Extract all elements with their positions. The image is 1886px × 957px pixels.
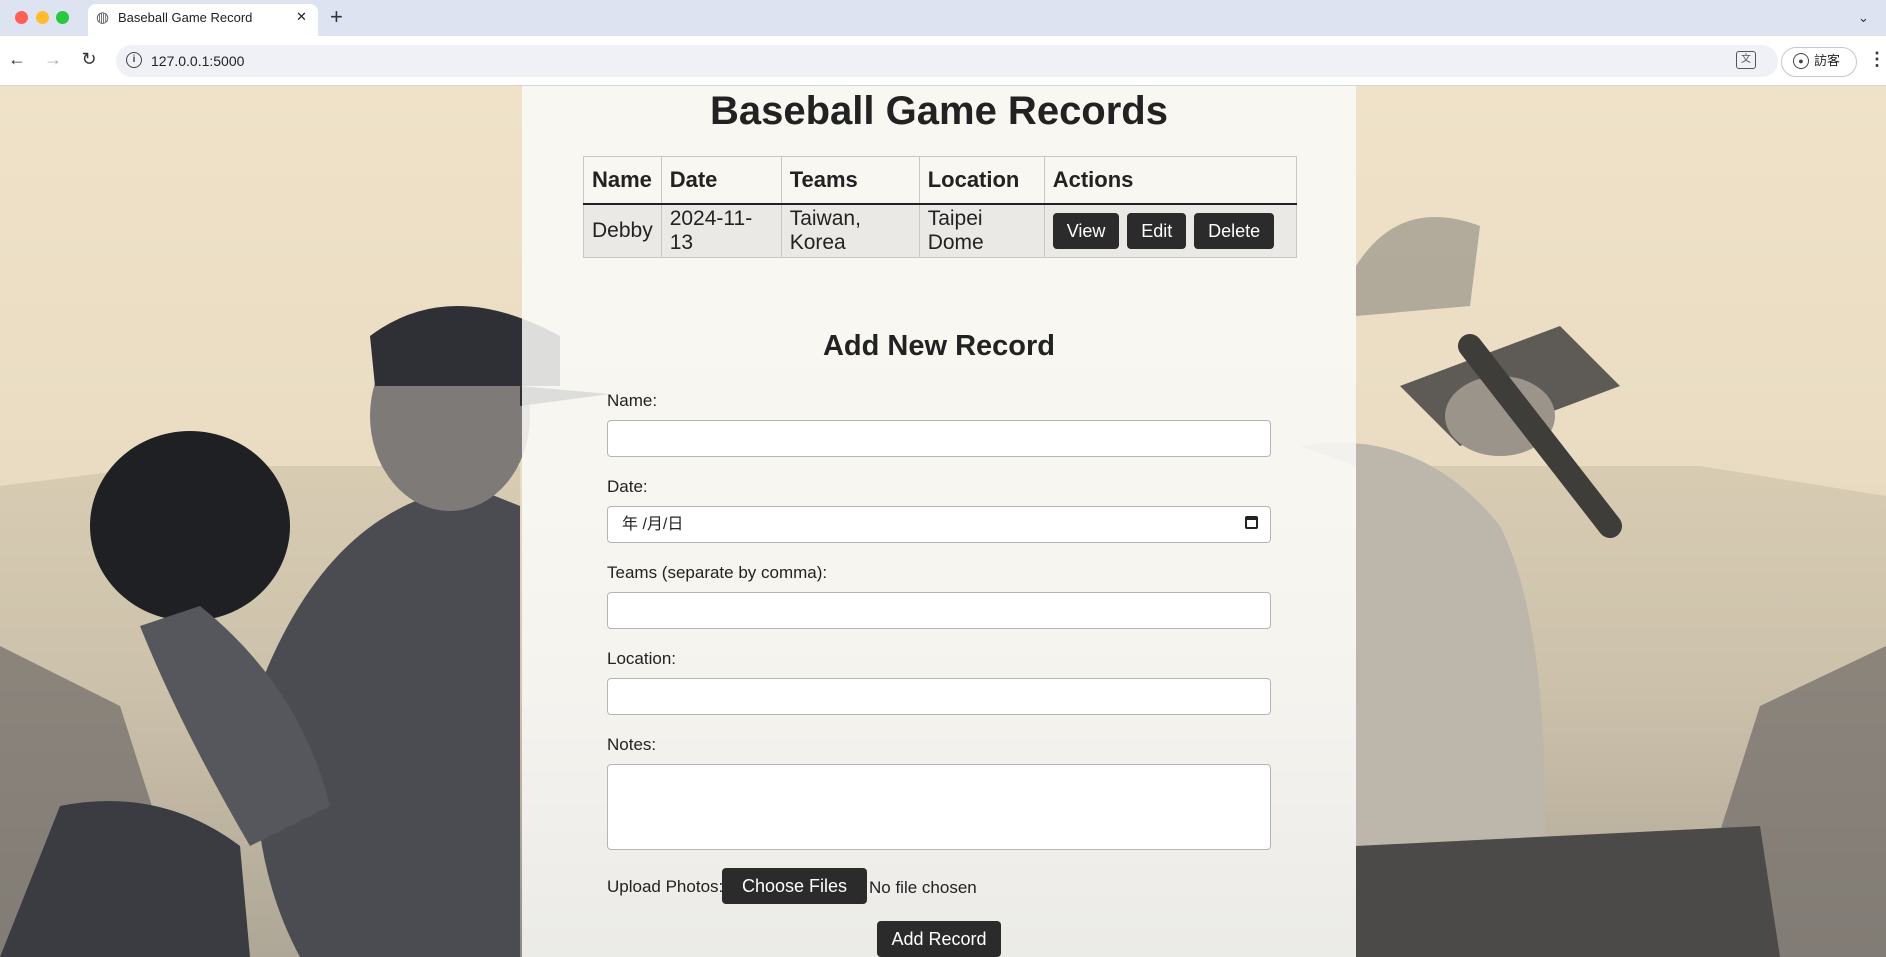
notes-textarea[interactable] [607, 764, 1271, 850]
column-header-actions: Actions [1043, 156, 1298, 205]
window-zoom-button[interactable] [56, 11, 69, 24]
person-icon: ● [1793, 53, 1809, 69]
table-row: Debby 2024-11-13 Taiwan, Korea Taipei Do… [583, 203, 1298, 258]
back-arrow-icon[interactable]: ← [5, 47, 29, 71]
more-menu-icon[interactable]: ⋮ [1868, 49, 1886, 69]
calendar-icon[interactable] [1245, 516, 1258, 529]
new-tab-icon[interactable]: + [330, 6, 343, 28]
location-input[interactable] [607, 678, 1271, 715]
records-card: Baseball Game Records Name Date Teams Lo… [522, 86, 1356, 957]
column-header-name: Name [583, 156, 662, 205]
date-label: Date: [607, 477, 648, 496]
teams-label: Teams (separate by comma): [607, 563, 828, 582]
window-close-button[interactable] [15, 11, 28, 24]
column-header-teams: Teams [780, 156, 920, 205]
tab-close-icon[interactable]: ✕ [296, 9, 307, 25]
delete-button[interactable]: Delete [1194, 213, 1275, 249]
table-header-row: Name Date Teams Location Actions [583, 156, 1298, 205]
globe-icon: ◍ [96, 9, 110, 26]
date-input[interactable]: 年 /月/日 [607, 506, 1271, 543]
cell-name: Debby [583, 203, 662, 258]
date-placeholder: 年 /月/日 [622, 516, 684, 533]
records-table: Name Date Teams Location Actions Debby 2… [583, 156, 1298, 258]
profile-label[interactable]: 訪客 [1814, 53, 1840, 69]
name-input[interactable] [607, 420, 1271, 457]
site-info-icon[interactable]: i [126, 52, 142, 68]
reload-icon[interactable]: ↻ [77, 47, 101, 71]
page-title: Baseball Game Records [710, 89, 1168, 133]
page-viewport: Baseball Game Records Name Date Teams Lo… [0, 86, 1886, 957]
file-status-text: No file chosen [869, 878, 977, 897]
view-button[interactable]: View [1052, 213, 1120, 249]
form-title: Add New Record [822, 330, 1056, 362]
notes-label: Notes: [607, 735, 657, 754]
chevron-down-icon[interactable]: ⌄ [1858, 9, 1869, 27]
edit-button[interactable]: Edit [1127, 213, 1187, 249]
cell-location: Taipei Dome [918, 203, 1045, 258]
choose-files-button[interactable]: Choose Files [722, 868, 868, 904]
cell-date: 2024-11-13 [660, 203, 782, 258]
forward-arrow-icon[interactable]: → [41, 47, 65, 71]
tab-title: Baseball Game Record [118, 10, 253, 25]
add-record-button[interactable]: Add Record [877, 921, 1001, 957]
cell-actions: View Edit Delete [1043, 203, 1298, 258]
cell-teams: Taiwan, Korea [780, 203, 920, 258]
location-label: Location: [607, 649, 676, 668]
window-minimize-button[interactable] [36, 11, 49, 24]
translate-icon[interactable]: 文 [1736, 51, 1756, 69]
url-text[interactable]: 127.0.0.1:5000 [151, 53, 244, 69]
teams-input[interactable] [607, 592, 1271, 629]
upload-photos-label: Upload Photos: [607, 877, 724, 896]
column-header-location: Location [918, 156, 1045, 205]
name-label: Name: [607, 391, 658, 410]
column-header-date: Date [660, 156, 782, 205]
address-bar[interactable] [116, 45, 1778, 77]
